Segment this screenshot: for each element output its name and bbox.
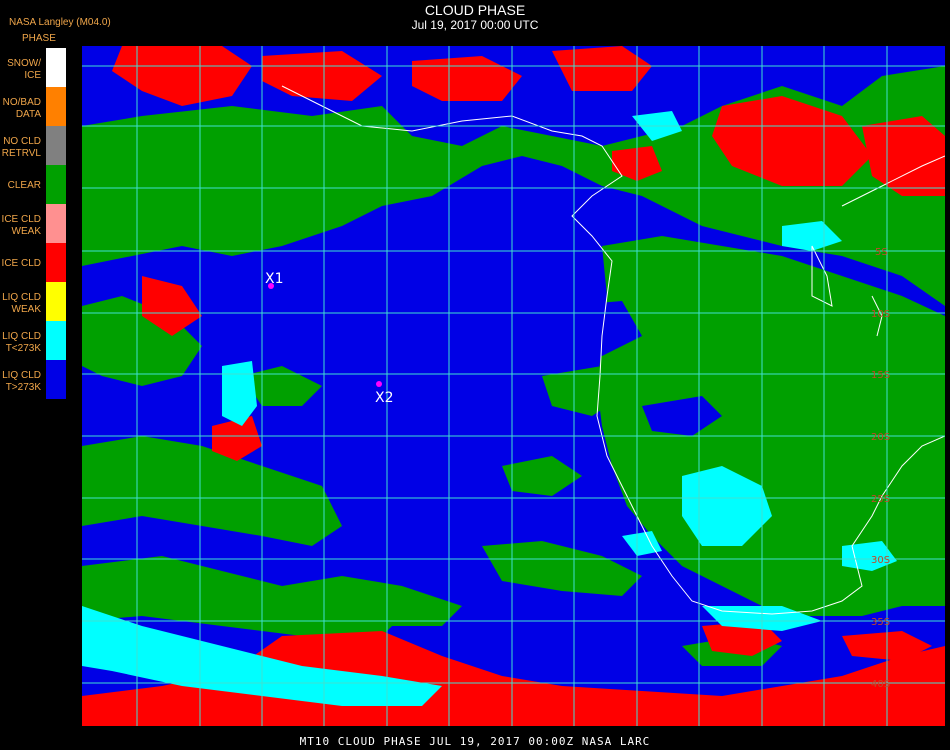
legend-swatch <box>46 165 66 204</box>
legend-title: PHASE <box>22 33 56 44</box>
lat-label-5s: 5S <box>875 247 888 258</box>
lat-label-20s: 20S <box>871 432 890 443</box>
legend-swatch <box>46 282 66 321</box>
lat-label-30s: 30S <box>871 555 890 566</box>
legend-item-no-cld-retrvl: NO CLD RETRVL <box>0 126 66 165</box>
legend-item-liq-cld-warm: LIQ CLD T>273K <box>0 360 66 399</box>
marker-label: X2 <box>375 390 394 406</box>
legend-label: LIQ CLD WEAK <box>2 292 41 315</box>
legend-swatch <box>46 243 66 282</box>
satellite-map[interactable]: 5S 10S 15S 20S 25S 30S 35S 40S X1 X2 <box>82 46 945 726</box>
legend-label: SNOW/ ICE <box>7 58 41 81</box>
legend-swatch <box>46 48 66 87</box>
legend-label: NO/BAD DATA <box>2 97 41 120</box>
legend-swatch <box>46 126 66 165</box>
legend-swatch <box>46 321 66 360</box>
lat-label-25s: 25S <box>871 494 890 505</box>
footer-caption: MT10 CLOUD PHASE JUL 19, 2017 00:00Z NAS… <box>299 735 651 748</box>
marker-dot <box>376 381 382 387</box>
legend-item-liq-cld-weak: LIQ CLD WEAK <box>0 282 66 321</box>
map-title: CLOUD PHASE <box>424 2 526 18</box>
legend-item-ice-cld: ICE CLD <box>0 243 66 282</box>
legend-item-clear: CLEAR <box>0 165 66 204</box>
legend-swatch <box>46 360 66 399</box>
legend-item-snow-ice: SNOW/ ICE <box>0 48 66 87</box>
legend-label: LIQ CLD T<273K <box>2 331 41 354</box>
map-subtitle: Jul 19, 2017 00:00 UTC <box>411 18 539 32</box>
legend-label: NO CLD RETRVL <box>1 136 41 159</box>
legend-item-no-bad-data: NO/BAD DATA <box>0 87 66 126</box>
cloud-phase-map: 5S 10S 15S 20S 25S 30S 35S 40S X1 X2 <box>82 46 945 726</box>
legend-swatch <box>46 87 66 126</box>
legend-label: LIQ CLD T>273K <box>2 370 41 393</box>
legend-label: ICE CLD <box>1 258 41 269</box>
lat-label-35s: 35S <box>871 617 890 628</box>
legend-item-liq-cld-cold: LIQ CLD T<273K <box>0 321 66 360</box>
lat-label-15s: 15S <box>871 370 890 381</box>
legend-swatch <box>46 204 66 243</box>
legend-item-ice-cld-weak: ICE CLD WEAK <box>0 204 66 243</box>
lat-label-40s: 40S <box>871 679 890 690</box>
legend-label: CLEAR <box>7 180 41 191</box>
marker-label: X1 <box>265 271 284 287</box>
legend-label: ICE CLD WEAK <box>1 214 41 237</box>
marker-x1[interactable]: X1 <box>265 271 284 289</box>
lat-label-10s: 10S <box>871 309 890 320</box>
